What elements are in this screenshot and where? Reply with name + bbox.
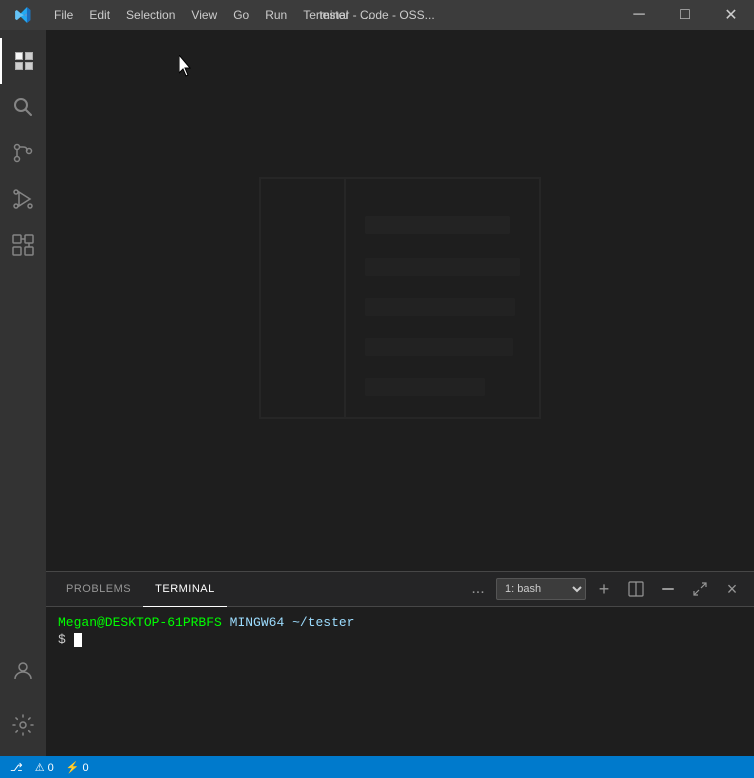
status-warnings[interactable]: ⚡ 0: [60, 756, 95, 778]
activity-item-search[interactable]: [0, 84, 46, 130]
menu-edit[interactable]: Edit: [81, 0, 118, 30]
main-layout: PROBLEMS TERMINAL ... 1: bash +: [0, 30, 754, 756]
branch-icon: ⎇: [10, 761, 23, 774]
app-logo: [0, 0, 46, 30]
activity-item-account[interactable]: [0, 648, 46, 694]
terminal-workdir: ~/tester: [292, 615, 354, 630]
terminal-line-2: $: [58, 632, 742, 647]
vscode-logo: [250, 168, 550, 433]
terminal-line-1: Megan@DESKTOP-61PRBFS MINGW64 ~/tester: [58, 615, 742, 630]
maximize-panel-button[interactable]: [686, 575, 714, 603]
activity-item-settings[interactable]: [0, 702, 46, 748]
maximize-button[interactable]: □: [662, 0, 708, 30]
more-button[interactable]: ...: [464, 575, 492, 603]
status-branch[interactable]: ⎇: [4, 756, 29, 778]
warning-icon: ⚡ 0: [66, 761, 89, 774]
tab-problems[interactable]: PROBLEMS: [54, 572, 143, 607]
activity-item-run-debug[interactable]: [0, 176, 46, 222]
close-button[interactable]: ✕: [708, 0, 754, 30]
window-title: tester - Code - OSS...: [319, 8, 434, 22]
welcome-screen: [46, 30, 754, 571]
tab-terminal[interactable]: TERMINAL: [143, 572, 227, 607]
menu-file[interactable]: File: [46, 0, 81, 30]
terminal-path: [222, 615, 230, 630]
menu-run[interactable]: Run: [257, 0, 295, 30]
terminal-dropdown[interactable]: 1: bash: [496, 578, 586, 600]
terminal-dollar: $: [58, 632, 66, 647]
terminal-select-wrapper: 1: bash: [496, 578, 586, 600]
window-controls: ─ □ ✕: [616, 0, 754, 30]
add-terminal-button[interactable]: +: [590, 575, 618, 603]
terminal-dir: MINGW64: [230, 615, 285, 630]
activity-item-source-control[interactable]: [0, 130, 46, 176]
split-terminal-button[interactable]: [622, 575, 650, 603]
close-panel-button[interactable]: ×: [718, 575, 746, 603]
activity-bar: [0, 30, 46, 756]
menu-go[interactable]: Go: [225, 0, 257, 30]
terminal-cursor: [74, 633, 82, 647]
mouse-cursor: [179, 55, 195, 82]
panel-actions: ... 1: bash +: [464, 575, 746, 603]
menu-selection[interactable]: Selection: [118, 0, 183, 30]
terminal-tilde: [284, 615, 292, 630]
minimize-button[interactable]: ─: [616, 0, 662, 30]
status-bar: ⎇ ⚠ 0 ⚡ 0: [0, 756, 754, 778]
terminal-user: Megan@DESKTOP-61PRBFS: [58, 615, 222, 630]
title-bar: File Edit Selection View Go Run Terminal…: [0, 0, 754, 30]
editor-area: [46, 30, 754, 571]
panel-tabs: PROBLEMS TERMINAL ... 1: bash +: [46, 572, 754, 607]
error-icon: ⚠ 0: [35, 761, 54, 774]
menu-view[interactable]: View: [183, 0, 225, 30]
kill-terminal-button[interactable]: [654, 575, 682, 603]
activity-item-explorer[interactable]: [0, 38, 46, 84]
activity-item-extensions[interactable]: [0, 222, 46, 268]
status-errors[interactable]: ⚠ 0: [29, 756, 60, 778]
terminal-content[interactable]: Megan@DESKTOP-61PRBFS MINGW64 ~/tester $: [46, 607, 754, 756]
panel: PROBLEMS TERMINAL ... 1: bash +: [46, 571, 754, 756]
